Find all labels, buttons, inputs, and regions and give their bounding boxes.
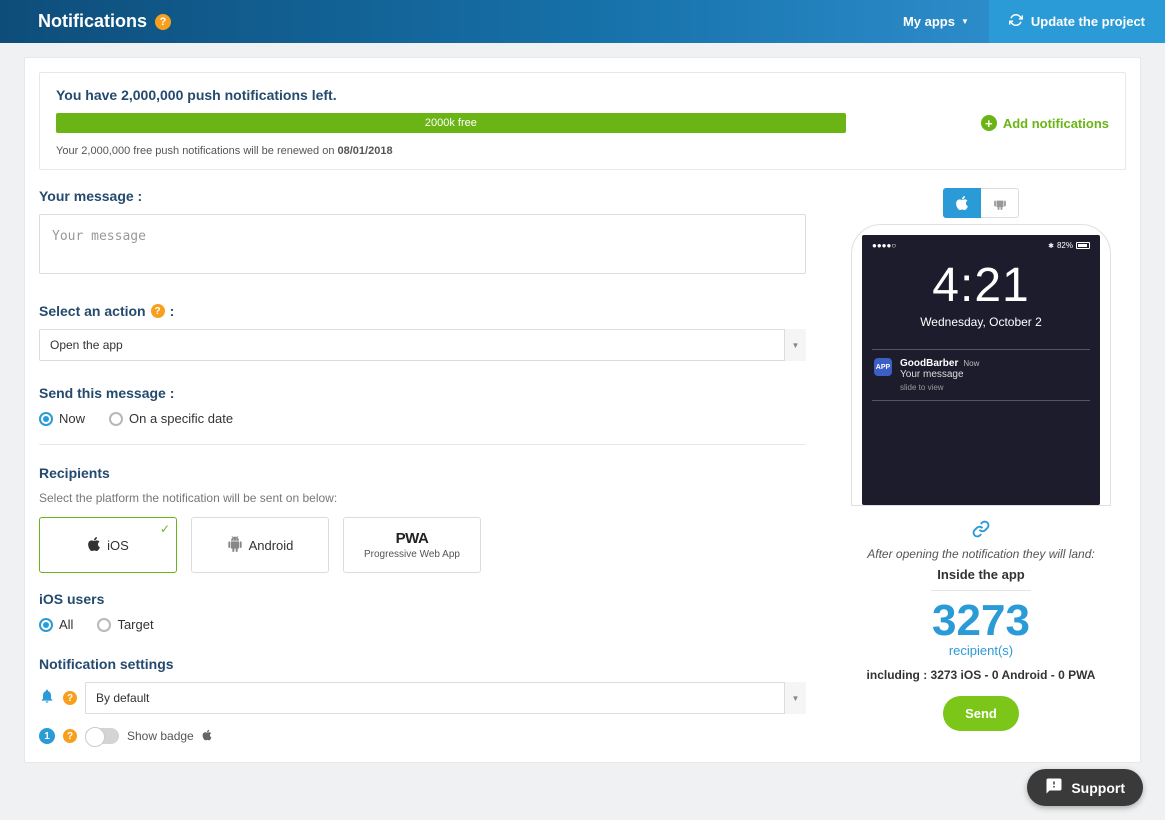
quota-box: You have 2,000,000 push notifications le… <box>39 72 1126 170</box>
message-input[interactable] <box>39 214 806 274</box>
platform-android-card[interactable]: Android <box>191 517 329 573</box>
select-action-label: Select an action ? : <box>39 303 806 319</box>
send-now-radio[interactable]: Now <box>39 411 85 426</box>
chat-icon <box>1045 777 1063 798</box>
notification-sound-select[interactable]: By default <box>85 682 806 714</box>
android-icon <box>227 536 243 555</box>
send-button[interactable]: Send <box>943 696 1019 731</box>
help-icon[interactable]: ? <box>151 304 165 318</box>
radio-checked-icon <box>39 618 53 632</box>
my-apps-label: My apps <box>903 14 955 29</box>
battery-status: ✱ 82% <box>1048 241 1090 250</box>
support-label: Support <box>1071 780 1125 796</box>
help-icon[interactable]: ? <box>63 729 77 743</box>
app-icon: APP <box>874 358 892 376</box>
show-badge-toggle[interactable] <box>85 728 119 744</box>
platform-ios-card[interactable]: ✓ iOS <box>39 517 177 573</box>
quota-renew-text: Your 2,000,000 free push notifications w… <box>56 145 1109 157</box>
help-icon[interactable]: ? <box>155 14 171 30</box>
landing-text: After opening the notification they will… <box>836 547 1126 561</box>
help-icon[interactable]: ? <box>63 691 77 705</box>
radio-unchecked-icon <box>109 412 123 426</box>
send-message-label: Send this message : <box>39 385 806 401</box>
refresh-icon <box>1009 13 1023 30</box>
quota-progress-bar: 2000k free <box>56 113 846 133</box>
page-title: Notifications <box>38 11 147 32</box>
plus-icon: + <box>981 115 997 131</box>
recipients-hint: Select the platform the notification wil… <box>39 491 806 505</box>
chevron-down-icon: ▼ <box>961 17 969 26</box>
action-select[interactable]: Open the app <box>39 329 806 361</box>
preview-date: Wednesday, October 2 <box>872 315 1090 329</box>
notification-settings-label: Notification settings <box>39 656 806 672</box>
update-project-button[interactable]: Update the project <box>989 0 1165 43</box>
landing-value: Inside the app <box>931 567 1031 591</box>
send-specific-date-radio[interactable]: On a specific date <box>109 411 233 426</box>
ios-users-all-radio[interactable]: All <box>39 617 73 632</box>
platform-pwa-card[interactable]: PWA Progressive Web App <box>343 517 481 573</box>
preview-notification: APP GoodBarberNow Your message slide to … <box>872 349 1090 401</box>
my-apps-dropdown[interactable]: My apps ▼ <box>883 14 989 29</box>
add-notifications-button[interactable]: + Add notifications <box>981 115 1109 131</box>
preview-time: 4:21 <box>872 258 1090 313</box>
recipients-label: Recipients <box>39 465 806 481</box>
radio-unchecked-icon <box>97 618 111 632</box>
show-badge-label: Show badge <box>127 729 194 743</box>
preview-android-tab[interactable] <box>981 188 1019 218</box>
recipient-label: recipient(s) <box>836 643 1126 658</box>
check-icon: ✓ <box>160 522 170 536</box>
your-message-label: Your message : <box>39 188 806 204</box>
recipient-count: 3273 <box>836 599 1126 643</box>
bell-icon <box>39 688 55 709</box>
apple-icon <box>87 536 101 555</box>
support-button[interactable]: Support <box>1027 769 1143 806</box>
ios-users-target-radio[interactable]: Target <box>97 617 153 632</box>
recipient-breakdown: including : 3273 iOS - 0 Android - 0 PWA <box>836 668 1126 682</box>
quota-title: You have 2,000,000 push notifications le… <box>56 87 1109 103</box>
signal-icon: ●●●●○ <box>872 241 896 250</box>
app-header: Notifications ? My apps ▼ Update the pro… <box>0 0 1165 43</box>
pwa-icon: PWA <box>396 530 429 547</box>
ios-users-label: iOS users <box>39 591 806 607</box>
apple-icon <box>202 729 212 744</box>
preview-ios-tab[interactable] <box>943 188 981 218</box>
add-notif-label: Add notifications <box>1003 116 1109 131</box>
link-icon <box>836 520 1126 543</box>
radio-checked-icon <box>39 412 53 426</box>
main-panel: You have 2,000,000 push notifications le… <box>24 57 1141 763</box>
badge-count: 1 <box>39 728 55 744</box>
update-label: Update the project <box>1031 14 1145 29</box>
phone-preview: ●●●●○ ✱ 82% 4:21 Wednesday, October 2 AP… <box>851 224 1111 506</box>
